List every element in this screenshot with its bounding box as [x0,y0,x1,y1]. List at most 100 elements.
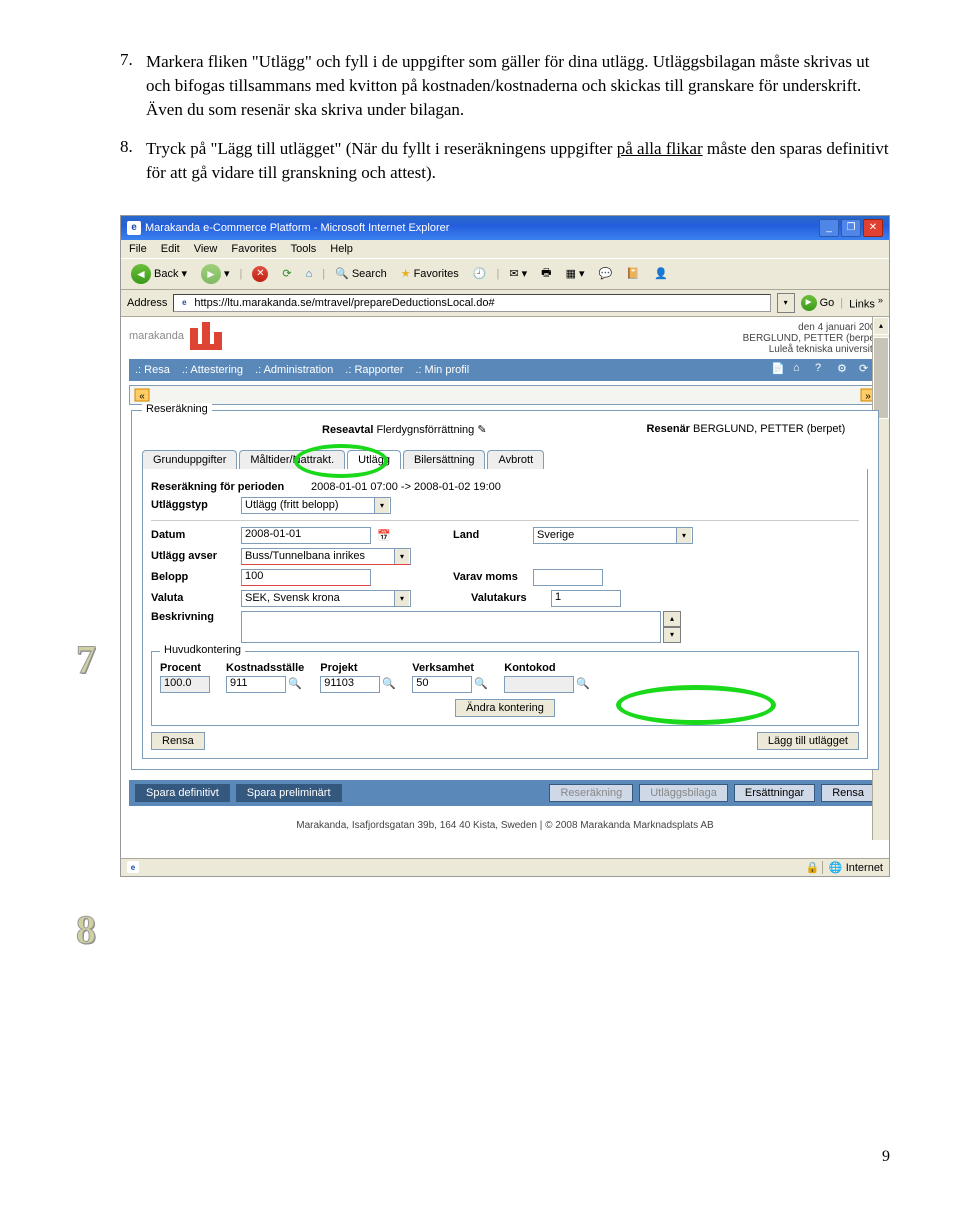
history-button[interactable]: 🕘 [469,266,491,281]
menu-view[interactable]: View [194,243,218,255]
callout-7: 7 [76,636,96,683]
val-kostnad[interactable]: 911 [226,676,286,693]
textarea-down[interactable]: ▾ [663,627,681,643]
print-button[interactable]: 🖶 [537,263,555,284]
andra-kontering-button[interactable]: Ändra kontering [455,699,555,717]
edit-reseavtal-icon[interactable]: ✎ [477,424,486,436]
go-label: Go [820,297,835,309]
svg-text:»: » [865,391,871,402]
scroll-thumb[interactable] [873,337,889,419]
kurs-input[interactable]: 1 [551,590,621,607]
stop-button[interactable]: ✕ [248,265,272,283]
val-procent: 100.0 [160,676,210,693]
nav-attestering[interactable]: .: Attestering [182,364,243,376]
refresh-button[interactable]: ⟳ [278,266,295,281]
forward-button[interactable]: ► ▾ [197,263,234,285]
favorites-button[interactable]: ★Favorites [397,266,463,281]
val-projekt[interactable]: 91103 [320,676,380,693]
valuta-label: Valuta [151,592,241,604]
moms-label: Varav moms [453,571,533,583]
valuta-select[interactable]: SEK, Svensk krona [241,590,411,607]
lookup-icon-1[interactable]: 🔍 [288,677,302,691]
discuss-button[interactable]: 💬 [595,266,617,281]
tab-maltider[interactable]: Måltider/Nattrakt. [239,450,345,469]
collapse-icon[interactable]: « [134,388,150,402]
rensa-button[interactable]: Rensa [151,732,205,750]
beskr-textarea[interactable] [241,611,661,643]
avser-select[interactable]: Buss/Tunnelbana inrikes [241,548,411,565]
back-label: Back [154,268,178,280]
li8-underline: på alla flikar [617,139,703,158]
links-label[interactable]: Links » [849,295,883,311]
lookup-icon-2[interactable]: 🔍 [382,677,396,691]
col-projekt: Projekt [320,662,396,674]
spara-preliminart-button[interactable]: Spara preliminärt [236,784,342,802]
zone-label: Internet [846,862,883,874]
nav-resa[interactable]: .: Resa [135,364,170,376]
edit-button[interactable]: ▦ ▾ [562,266,589,281]
ersattningar-button[interactable]: Ersättningar [734,784,815,802]
land-label: Land [453,529,533,541]
typ-select[interactable]: Utlägg (fritt belopp) [241,497,391,514]
bottom-rensa-button[interactable]: Rensa [821,784,875,802]
messenger-button[interactable]: 👤 [650,266,672,281]
beskr-label: Beskrivning [151,611,241,623]
huvudkontering: Huvudkontering Procent100.0 Kostnadsstäl… [151,651,859,726]
zone-icon: 🌐 [829,862,843,874]
search-button[interactable]: 🔍Search [331,266,391,281]
menu-favorites[interactable]: Favorites [231,243,276,255]
menu-help[interactable]: Help [330,243,353,255]
col-verksamhet: Verksamhet [412,662,488,674]
url-text: https://ltu.marakanda.se/mtravel/prepare… [194,297,494,309]
go-button[interactable]: ►Go [801,295,835,311]
menu-tools[interactable]: Tools [291,243,317,255]
nav-rapporter[interactable]: .: Rapporter [345,364,403,376]
textarea-up[interactable]: ▴ [663,611,681,627]
reserakning-panel: Reseräkning Reseavtal Flerdygnsförrättni… [131,410,879,770]
mail-button[interactable]: ✉ ▾ [505,266,531,281]
period-label: Reseräkning för perioden [151,481,311,493]
spara-definitivt-button[interactable]: Spara definitivt [135,784,230,802]
lookup-icon-3[interactable]: 🔍 [474,677,488,691]
tab-grunduppgifter[interactable]: Grunduppgifter [142,450,237,469]
panel-title: Reseräkning [142,403,212,415]
tab-bilersattning[interactable]: Bilersättning [403,450,486,469]
maximize-button[interactable]: ❐ [841,219,861,237]
menu-file[interactable]: File [129,243,147,255]
scroll-up[interactable]: ▴ [873,317,889,335]
minimize-button[interactable]: _ [819,219,839,237]
home-button[interactable]: ⌂ [302,267,317,281]
nav-settings-icon[interactable]: ⚙ [837,362,853,378]
li8-part-a: Tryck på "Lägg till utlägget" (När du fy… [146,139,617,158]
nav-minprofil[interactable]: .: Min profil [415,364,469,376]
val-kontokod [504,676,574,693]
nav-home-icon[interactable]: ⌂ [793,362,809,378]
tab-utlagg[interactable]: Utlägg [347,450,401,469]
url-input[interactable]: e https://ltu.marakanda.se/mtravel/prepa… [173,294,770,312]
lock-icon: 🔒 [806,861,818,873]
nav-administration[interactable]: .: Administration [255,364,333,376]
land-select[interactable]: Sverige [533,527,693,544]
tab-avbrott[interactable]: Avbrott [487,450,544,469]
page-footer: Marakanda, Isafjordsgatan 39b, 164 40 Ki… [129,806,881,833]
kurs-label: Valutakurs [471,592,551,604]
lookup-icon-4[interactable]: 🔍 [576,677,590,691]
belopp-input[interactable]: 100 [241,569,371,586]
nav-row: .: Resa .: Attestering .: Administration… [129,359,881,381]
col-kontokod: Kontokod [504,662,590,674]
moms-input[interactable] [533,569,603,586]
calendar-icon[interactable]: 📅 [375,527,393,543]
nav-help-icon[interactable]: ? [815,362,831,378]
list-number-7: 7. [120,50,146,121]
lagg-till-button[interactable]: Lägg till utlägget [757,732,859,750]
url-dropdown[interactable]: ▾ [777,293,795,313]
reserakning-button[interactable]: Reseräkning [549,784,633,802]
bilaga-button[interactable]: Utläggsbilaga [639,784,728,802]
research-button[interactable]: 📔 [622,266,644,281]
close-button[interactable]: ✕ [863,219,883,237]
val-verksamhet[interactable]: 50 [412,676,472,693]
back-button[interactable]: ◄Back ▾ [127,263,191,285]
datum-input[interactable]: 2008-01-01 [241,527,371,544]
menu-edit[interactable]: Edit [161,243,180,255]
nav-new-icon[interactable]: 📄 [771,362,787,378]
